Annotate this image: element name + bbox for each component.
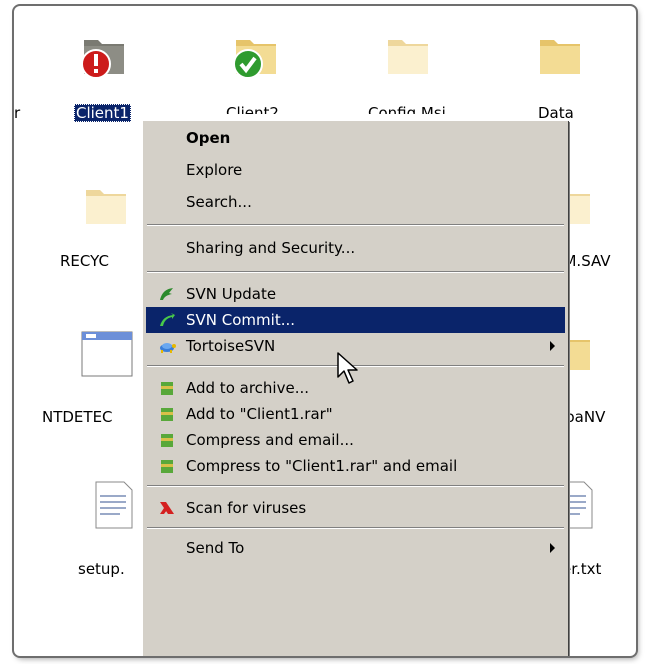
menu-item-label: Sharing and Security...	[186, 239, 356, 257]
tortoisesvn-icon	[158, 338, 176, 354]
menu-item-label: Compress to "Client1.rar" and email	[186, 457, 458, 475]
menu-item-label: SVN Commit...	[186, 311, 295, 329]
screenshot-frame: r Client1 Client2 Config.Msi Data s RECY…	[14, 6, 636, 656]
menu-item-label: Scan for viruses	[186, 499, 307, 517]
menu-separator	[147, 527, 564, 529]
ntdetect-label[interactable]: NTDETEC	[42, 408, 113, 426]
recycler-folder-icon[interactable]	[74, 182, 138, 234]
menu-item-label: SVN Update	[186, 285, 277, 303]
menu-item-label: Send To	[186, 539, 245, 557]
data-folder-icon[interactable]	[526, 26, 590, 78]
menu-item-sharing-security[interactable]: Sharing and Security...	[146, 235, 565, 261]
menu-item-add-to-client1-rar[interactable]: Add to "Client1.rar"	[146, 401, 565, 427]
menu-item-label: Open	[186, 129, 231, 147]
ntdetect-file-icon[interactable]	[74, 328, 138, 380]
mouse-cursor-icon	[336, 351, 362, 391]
winrar-icon	[158, 432, 176, 448]
menu-separator	[147, 271, 564, 273]
menu-item-compress-and-email[interactable]: Compress and email...	[146, 427, 565, 453]
menu-item-explore[interactable]: Explore	[146, 157, 565, 183]
winrar-icon	[158, 380, 176, 396]
menu-item-open[interactable]: Open	[146, 125, 565, 151]
menu-item-compress-to-client1-rar-and-email[interactable]: Compress to "Client1.rar" and email	[146, 453, 565, 479]
menu-separator	[147, 485, 564, 487]
submenu-arrow-icon	[550, 341, 555, 351]
svn-update-icon	[158, 286, 176, 302]
client2-folder-icon[interactable]	[220, 26, 284, 79]
menu-item-label: TortoiseSVN	[186, 337, 276, 355]
partial-label-r: r	[14, 104, 21, 122]
menu-item-search[interactable]: Search...	[146, 189, 565, 215]
svn-commit-icon	[158, 312, 176, 328]
menu-item-label: Add to "Client1.rar"	[186, 405, 333, 423]
client1-folder-icon[interactable]	[70, 26, 134, 79]
menu-item-svn-update[interactable]: SVN Update	[146, 281, 565, 307]
menu-item-scan-for-viruses[interactable]: Scan for viruses	[146, 495, 565, 521]
menu-separator	[147, 224, 564, 226]
menu-item-send-to[interactable]: Send To	[146, 535, 565, 561]
winrar-icon	[158, 458, 176, 474]
menu-item-label: Compress and email...	[186, 431, 354, 449]
menu-item-svn-commit[interactable]: SVN Commit...	[146, 307, 565, 333]
antivirus-icon	[158, 500, 176, 516]
menu-item-label: Search...	[186, 193, 252, 211]
submenu-arrow-icon	[550, 543, 555, 553]
recycler-label[interactable]: RECYC	[60, 252, 109, 270]
client1-label[interactable]: Client1	[74, 104, 131, 122]
config-msi-folder-icon[interactable]	[374, 26, 438, 78]
setup-label[interactable]: setup.	[78, 560, 125, 578]
menu-item-label: Add to archive...	[186, 379, 309, 397]
winrar-icon	[158, 406, 176, 422]
menu-item-label: Explore	[186, 161, 243, 179]
